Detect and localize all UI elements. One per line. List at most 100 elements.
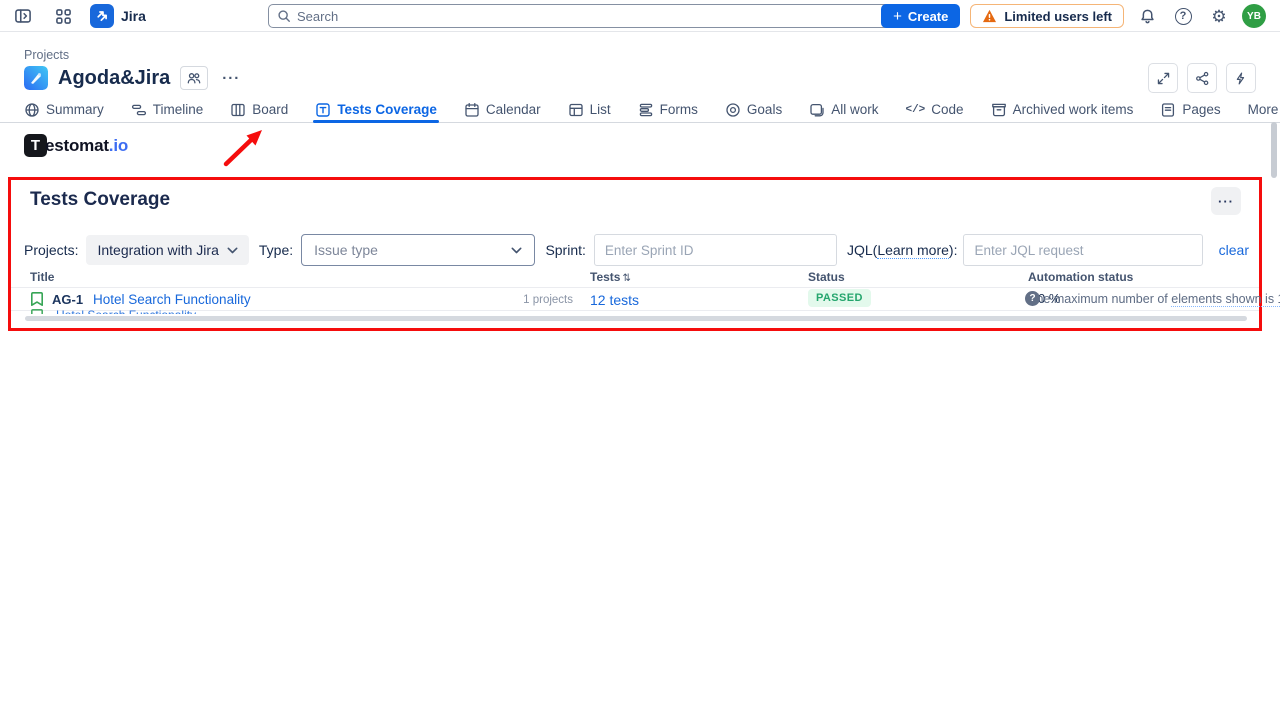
search-icon <box>277 9 291 23</box>
question-mark-icon: ? <box>1175 8 1192 25</box>
settings-button[interactable]: ⚙ <box>1206 3 1232 29</box>
tab-label: More <box>1248 102 1279 117</box>
tab-archived-work-items[interactable]: Archived work items <box>991 97 1134 122</box>
share-button[interactable] <box>1187 63 1217 93</box>
expand-icon <box>1156 71 1171 86</box>
testomat-logo[interactable]: T estomat .io <box>24 134 128 157</box>
tab-all-work[interactable]: All work <box>809 97 878 122</box>
automation-button[interactable] <box>1226 63 1256 93</box>
filters-row: Projects: Integration with Jira Type: Is… <box>24 234 1249 266</box>
table-row[interactable]: AG-1 Hotel Search Functionality 1 projec… <box>11 288 1259 310</box>
table-header-row: Title Tests⇅ Status Automation status <box>11 270 1259 287</box>
share-icon <box>1195 71 1210 86</box>
limit-note: the maximum number of elements shown is … <box>1033 292 1280 306</box>
target-icon <box>725 102 741 118</box>
status-badge: PASSED <box>808 289 871 307</box>
chevron-down-icon <box>511 247 522 254</box>
sidebar-toggle-icon <box>14 7 32 25</box>
panel-more-button[interactable]: ··· <box>1211 187 1241 215</box>
chevron-down-icon <box>227 247 238 254</box>
people-icon <box>186 70 202 86</box>
board-icon <box>230 102 246 118</box>
jira-logo-icon <box>90 4 114 28</box>
jql-learn-more-link[interactable]: Learn more <box>877 242 949 259</box>
all-work-icon <box>809 102 825 118</box>
globe-icon <box>24 102 40 118</box>
story-bookmark-icon <box>30 291 44 307</box>
project-more-button[interactable]: ··· <box>218 70 244 87</box>
user-avatar[interactable]: YB <box>1242 4 1266 28</box>
tab-label: Tests Coverage <box>337 102 437 117</box>
testomat-tab-icon <box>315 102 331 118</box>
bell-icon <box>1139 8 1156 25</box>
tab-summary[interactable]: Summary <box>24 97 104 122</box>
table-icon <box>568 102 584 118</box>
tab-tests-coverage[interactable]: Tests Coverage <box>315 97 437 122</box>
help-button[interactable]: ? <box>1170 3 1196 29</box>
jql-label-post: ): <box>949 242 958 258</box>
notifications-button[interactable] <box>1134 3 1160 29</box>
search-input[interactable] <box>297 9 901 24</box>
annotation-arrow <box>218 124 278 170</box>
tab-label: Code <box>931 102 963 117</box>
column-header-tests[interactable]: Tests⇅ <box>590 270 631 284</box>
collapse-sidebar-button[interactable] <box>10 3 36 29</box>
help-circle-icon[interactable]: ? <box>1025 291 1040 306</box>
create-button[interactable]: + Create <box>881 4 960 28</box>
ellipsis-icon: ··· <box>222 70 240 87</box>
tab-timeline[interactable]: Timeline <box>131 97 204 122</box>
limited-users-label: Limited users left <box>1004 9 1112 24</box>
tests-count-link[interactable]: 12 tests <box>590 292 639 308</box>
panel-title: Tests Coverage <box>30 189 170 211</box>
tab-label: Pages <box>1182 102 1220 117</box>
tab-calendar[interactable]: Calendar <box>464 97 541 122</box>
annotation-red-box: Tests Coverage ··· Projects: Integration… <box>8 177 1262 331</box>
automation-status-cell: ? 0 % the maximum number of elements sho… <box>1016 290 1262 308</box>
tab-code[interactable]: </> Code <box>905 97 963 122</box>
tab-label: Board <box>252 102 288 117</box>
tab-forms[interactable]: Forms <box>638 97 698 122</box>
issue-key[interactable]: AG-1 <box>52 292 83 307</box>
testomat-logo-text: estomat <box>45 136 109 156</box>
tab-more[interactable]: More 2 <box>1248 97 1280 122</box>
tab-label: All work <box>831 102 878 117</box>
sprint-id-input[interactable] <box>594 234 837 266</box>
projects-filter-dropdown[interactable]: Integration with Jira <box>86 235 248 265</box>
issue-type-select[interactable]: Issue type <box>301 234 535 266</box>
tab-goals[interactable]: Goals <box>725 97 782 122</box>
projects-filter-value: Integration with Jira <box>97 242 218 258</box>
fullscreen-button[interactable] <box>1148 63 1178 93</box>
timeline-icon <box>131 102 147 118</box>
limited-users-banner[interactable]: Limited users left <box>970 4 1124 28</box>
breadcrumb-projects[interactable]: Projects <box>24 48 69 62</box>
project-title: Agoda&Jira <box>58 67 170 90</box>
archive-icon <box>991 102 1007 118</box>
projects-filter-label: Projects: <box>24 242 78 258</box>
tab-label: Forms <box>660 102 698 117</box>
limit-note-underlined: elements shown is 100 <box>1171 292 1280 307</box>
app-grid-icon <box>55 8 72 25</box>
vertical-scrollbar[interactable] <box>1271 122 1277 178</box>
jql-filter-label: JQL(Learn more): <box>847 242 958 258</box>
clipped-next-row: Hotel Search Functionality <box>30 308 430 314</box>
page-icon <box>1160 102 1176 118</box>
jql-request-input[interactable] <box>963 234 1202 266</box>
tab-board[interactable]: Board <box>230 97 288 122</box>
clear-filters-link[interactable]: clear <box>1219 242 1249 258</box>
horizontal-scrollbar[interactable] <box>25 316 1247 321</box>
type-filter-label: Type: <box>259 242 293 258</box>
projects-count: 1 projects <box>501 294 573 306</box>
global-search[interactable] <box>268 4 910 28</box>
sprint-filter-label: Sprint: <box>545 242 585 258</box>
issue-title-link[interactable]: Hotel Search Functionality <box>93 292 251 307</box>
tab-label: Timeline <box>153 102 204 117</box>
project-members-button[interactable] <box>180 66 208 90</box>
jira-home-link[interactable]: Jira <box>90 4 146 28</box>
tab-pages[interactable]: Pages <box>1160 97 1220 122</box>
tab-list[interactable]: List <box>568 97 611 122</box>
testomat-logo-icon: T <box>24 134 47 157</box>
clipped-row-text: Hotel Search Functionality <box>56 308 196 314</box>
app-switcher-button[interactable] <box>50 3 76 29</box>
warning-triangle-icon <box>982 9 997 23</box>
tab-label: Goals <box>747 102 782 117</box>
